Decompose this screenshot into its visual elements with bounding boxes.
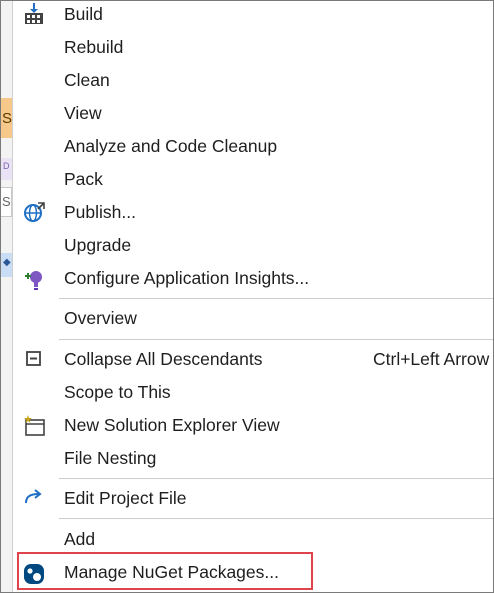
menu-item-label: Rebuild <box>64 37 124 57</box>
background-window-edge <box>1 1 13 592</box>
background-orange-tab: S <box>1 98 12 138</box>
menu-item-pack[interactable]: Pack <box>13 164 493 197</box>
screenshot-frame: S D S ◆ Build Rebuild Clean View Analyze… <box>0 0 494 593</box>
menu-item-new-solution-explorer-view[interactable]: New Solution Explorer View <box>13 410 493 443</box>
menu-item-collapse-all-descendants[interactable]: Collapse All Descendants Ctrl+Left Arrow <box>13 344 493 377</box>
menu-item-build[interactable]: Build <box>13 1 493 32</box>
highlight-box <box>17 552 313 590</box>
build-icon <box>22 3 46 27</box>
menu-item-label: Edit Project File <box>64 488 187 508</box>
menu-item-publish[interactable]: Publish... <box>13 197 493 230</box>
background-lavender-tab: D <box>1 158 12 180</box>
new-view-icon <box>22 414 46 438</box>
menu-item-overview[interactable]: Overview <box>13 303 493 336</box>
background-orange-tab-char: S <box>2 110 13 127</box>
background-selected-row: ◆ <box>1 253 12 277</box>
menu-item-label: New Solution Explorer View <box>64 415 280 435</box>
menu-item-upgrade[interactable]: Upgrade <box>13 230 493 263</box>
menu-item-shortcut: Ctrl+Left Arrow <box>373 349 490 369</box>
menu-item-rebuild[interactable]: Rebuild <box>13 32 493 65</box>
menu-item-view[interactable]: View <box>13 98 493 131</box>
background-box-char: S <box>2 194 11 209</box>
collapse-all-icon <box>22 348 46 372</box>
menu-item-configure-app-insights[interactable]: Configure Application Insights... <box>13 263 493 296</box>
background-selected-row-marker: ◆ <box>3 257 11 268</box>
menu-separator <box>59 298 493 299</box>
publish-globe-icon <box>22 201 46 225</box>
menu-item-analyze-code-cleanup[interactable]: Analyze and Code Cleanup <box>13 131 493 164</box>
menu-item-label: Add <box>64 529 96 549</box>
menu-item-edit-project-file[interactable]: Edit Project File <box>13 483 493 516</box>
menu-item-label: Publish... <box>64 202 136 222</box>
menu-item-label: Build <box>64 4 103 24</box>
background-lavender-tab-char: D <box>3 161 10 171</box>
menu-item-label: Clean <box>64 70 110 90</box>
background-search-box: S <box>1 187 12 217</box>
menu-item-label: Configure Application Insights... <box>64 268 310 288</box>
menu-item-label: Pack <box>64 169 103 189</box>
menu-item-file-nesting[interactable]: File Nesting <box>13 443 493 476</box>
menu-item-label: Collapse All Descendants <box>64 349 263 369</box>
menu-item-label: View <box>64 103 102 123</box>
menu-item-label: Overview <box>64 308 137 328</box>
application-insights-icon <box>22 267 46 291</box>
menu-item-scope-to-this[interactable]: Scope to This <box>13 377 493 410</box>
menu-item-label: Analyze and Code Cleanup <box>64 136 278 156</box>
menu-item-label: Upgrade <box>64 235 132 255</box>
edit-project-arrow-icon <box>22 487 46 511</box>
menu-item-label: Scope to This <box>64 382 171 402</box>
menu-item-clean[interactable]: Clean <box>13 65 493 98</box>
menu-item-label: File Nesting <box>64 448 157 468</box>
menu-separator <box>59 518 493 519</box>
context-menu: Build Rebuild Clean View Analyze and Cod… <box>13 1 493 592</box>
menu-separator <box>59 339 493 340</box>
menu-separator <box>59 478 493 479</box>
